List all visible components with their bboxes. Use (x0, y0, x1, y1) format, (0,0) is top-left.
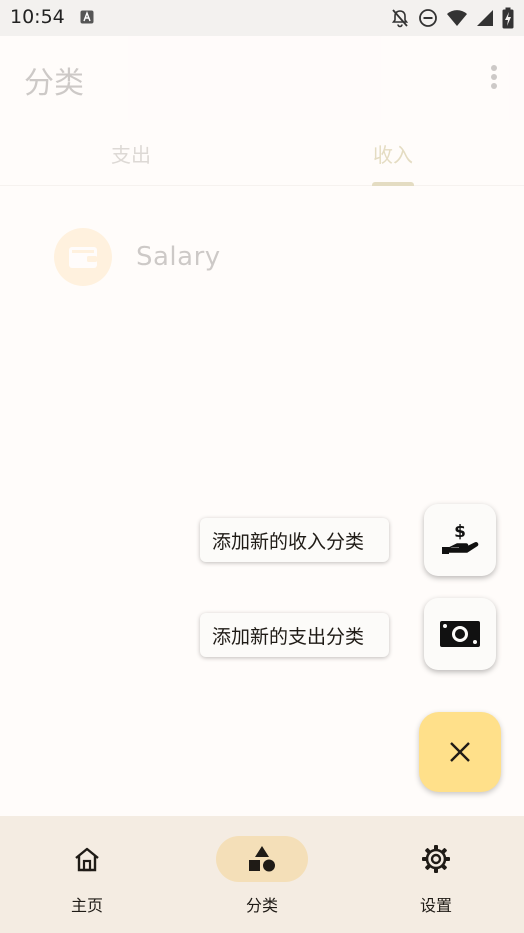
nav-item-settings[interactable]: 设置 (376, 836, 496, 916)
add-expense-category-text: 添加新的支出分类 (212, 625, 365, 648)
list-item[interactable]: Salary (0, 222, 524, 296)
nav-categories-label: 分类 (245, 896, 278, 915)
app-bar: 分类 (0, 36, 524, 120)
battery-charging-icon (502, 7, 514, 29)
home-icon (75, 847, 99, 872)
bottom-nav: 主页 分类 设置 (0, 816, 524, 933)
add-expense-category-button[interactable] (424, 598, 496, 670)
add-income-category-button[interactable]: $ (424, 504, 496, 576)
add-income-category-text: 添加新的收入分类 (212, 530, 365, 553)
money-bill-icon (440, 621, 480, 647)
nav-settings-pill (390, 836, 482, 882)
nav-settings-label: 设置 (419, 896, 452, 915)
nav-home-label: 主页 (70, 896, 103, 915)
status-bar: 10:54 (0, 0, 524, 36)
category-tabs: 支出 收入 (0, 120, 524, 186)
nav-item-home[interactable]: 主页 (27, 836, 147, 916)
nav-home-pill (41, 836, 133, 882)
wifi-icon (447, 10, 467, 26)
category-icon (249, 846, 275, 872)
status-time: 10:54 (10, 6, 65, 28)
tab-expense-label: 支出 (111, 142, 151, 167)
page-title: 分类 (24, 66, 84, 101)
gear-icon (422, 845, 450, 873)
add-expense-category-label[interactable]: 添加新的支出分类 (200, 613, 389, 657)
signal-icon (477, 10, 493, 26)
status-icons (390, 7, 514, 29)
close-fab-button[interactable] (419, 712, 501, 792)
tab-income[interactable]: 收入 (262, 120, 524, 186)
nav-categories-pill (216, 836, 308, 882)
nav-item-categories[interactable]: 分类 (202, 836, 322, 916)
hand-dollar-icon: $ (442, 522, 479, 554)
wallet-icon (69, 247, 97, 268)
svg-text:$: $ (454, 522, 466, 542)
bell-off-icon (391, 9, 409, 28)
tab-income-label: 收入 (373, 142, 413, 167)
do-not-disturb-icon (419, 9, 437, 27)
more-vert-icon[interactable] (490, 64, 498, 90)
close-icon (450, 742, 470, 762)
add-income-category-label[interactable]: 添加新的收入分类 (200, 518, 389, 562)
category-avatar (54, 228, 112, 286)
tab-expense[interactable]: 支出 (0, 120, 262, 186)
notification-icon (80, 10, 94, 24)
tab-indicator (372, 182, 414, 186)
category-label: Salary (136, 242, 221, 272)
